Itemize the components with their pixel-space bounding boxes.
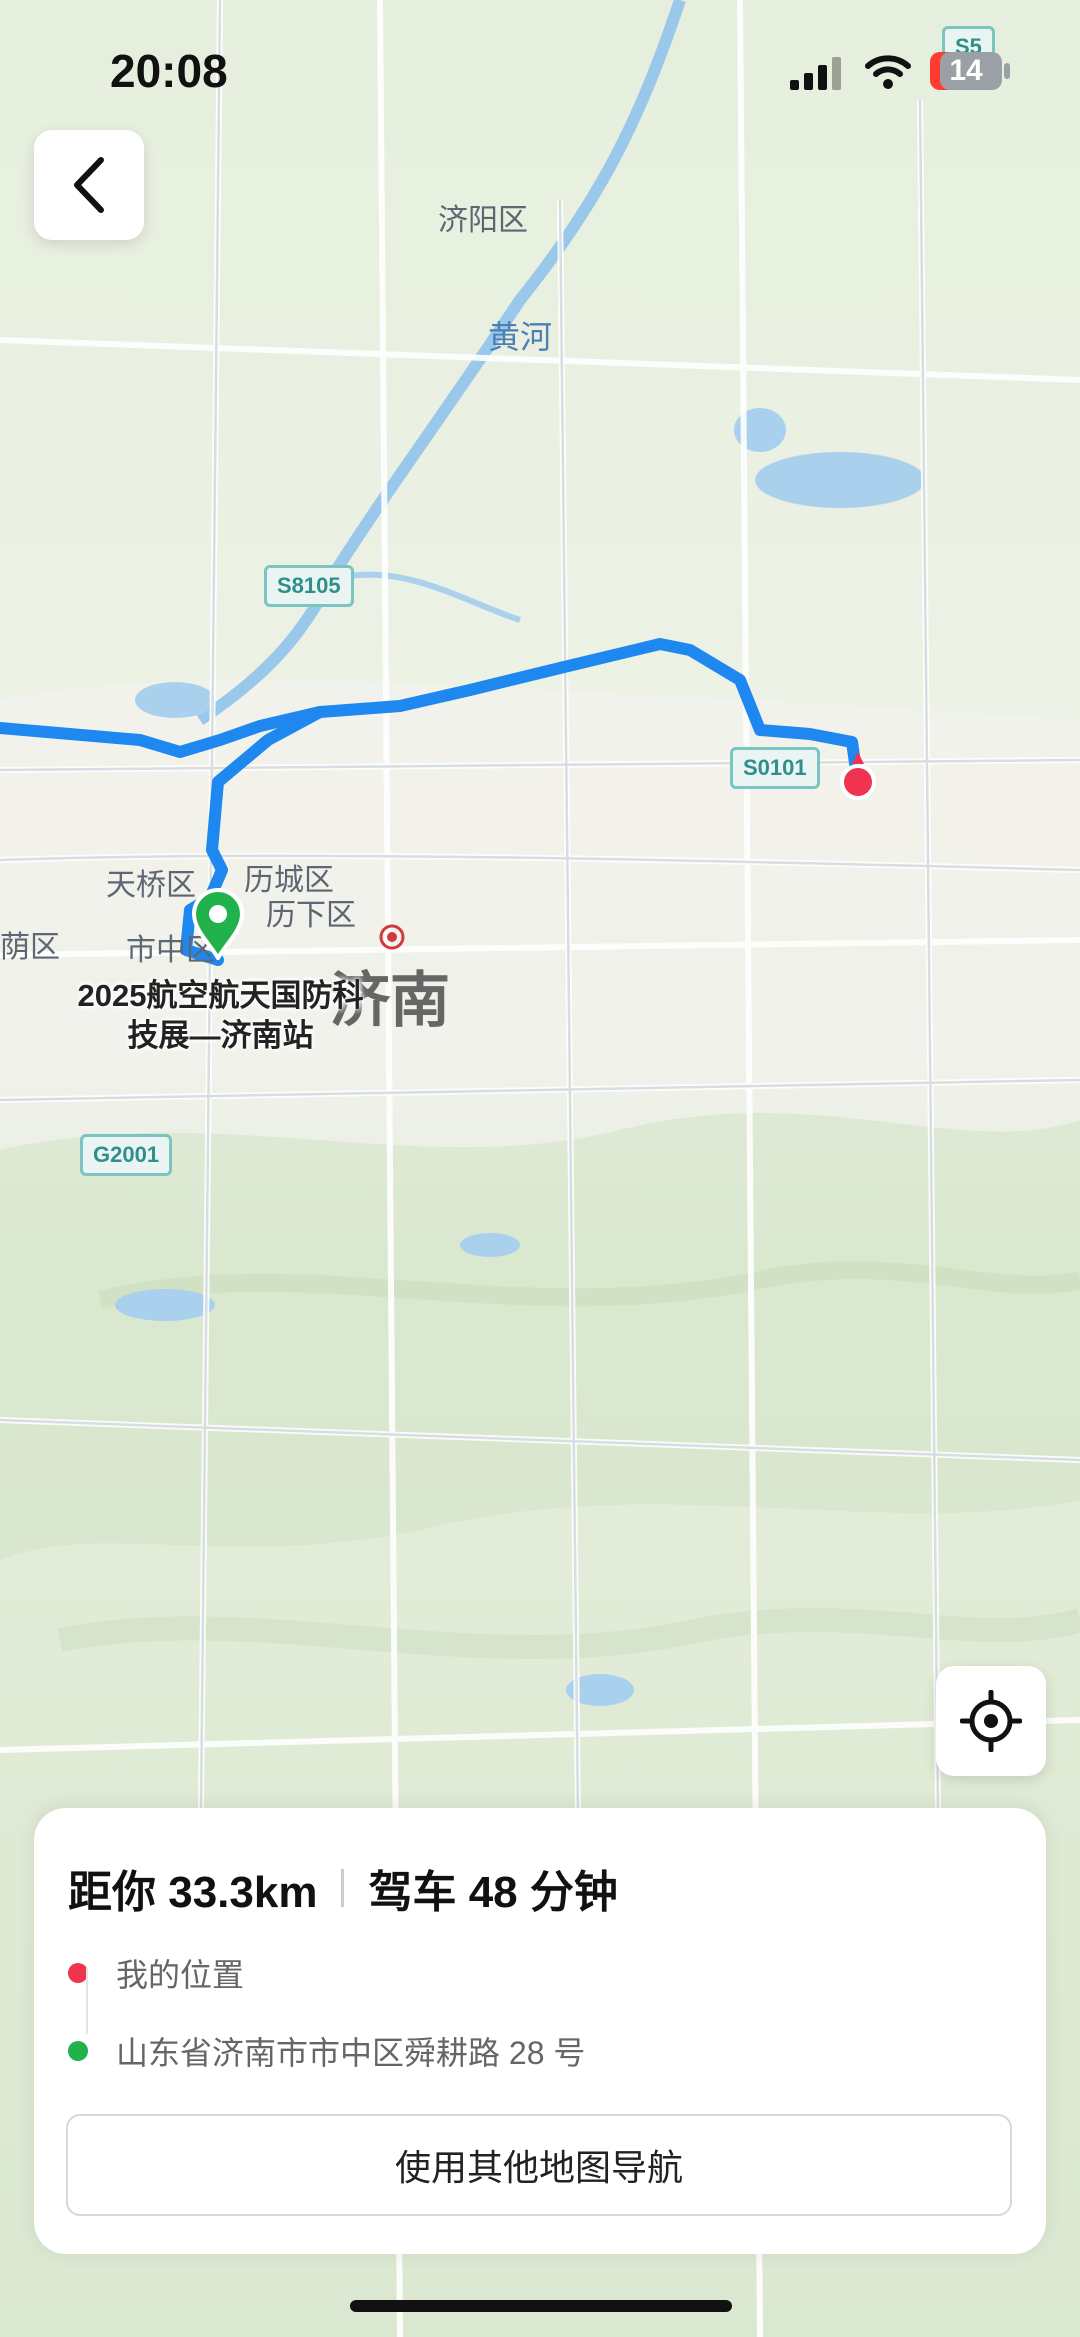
chevron-left-icon <box>74 157 104 213</box>
map-label-tianqiao: 天桥区 <box>106 869 196 902</box>
origin-label: 我的位置 <box>116 1957 245 1993</box>
map-label-jiyang: 济阳区 <box>438 204 528 237</box>
road-shield-g2001: G2001 <box>80 1134 173 1176</box>
destination-pin-icon[interactable] <box>190 888 246 960</box>
road-shield-s0101: S0101 <box>730 747 820 789</box>
stop-connector <box>86 1968 88 2034</box>
status-time: 20:08 <box>110 45 228 97</box>
route-summary: 距你 33.3km 驾车 48 分钟 <box>68 1856 618 1920</box>
status-bar: 20:08 14 <box>0 0 1080 130</box>
route-distance: 距你 33.3km <box>68 1868 318 1917</box>
crosshair-icon <box>960 1690 1022 1752</box>
destination-row: 山东省济南市市中区舜耕路 28 号 <box>68 2028 585 2074</box>
route-info-card: 距你 33.3km 驾车 48 分钟 我的位置 山东省济南市市中区舜耕路 28 … <box>34 1808 1046 2254</box>
route-duration: 驾车 48 分钟 <box>368 1868 618 1917</box>
poi-label[interactable]: 2025航空航天国防科 技展—济南站 <box>48 976 393 1056</box>
locate-me-button[interactable] <box>936 1666 1046 1776</box>
other-map-navigation-button[interactable]: 使用其他地图导航 <box>66 2114 1012 2216</box>
origin-dot-icon <box>68 1963 88 1983</box>
destination-dot-icon <box>68 2041 88 2061</box>
poi-label-line1: 2025航空航天国防科 <box>77 978 364 1013</box>
origin-row: 我的位置 <box>68 1950 244 1996</box>
map-label-huaiyin: 荫区 <box>0 931 60 964</box>
road-shield-s8105: S8105 <box>264 565 354 607</box>
my-location-marker-icon <box>840 752 876 800</box>
cellular-signal-icon <box>790 57 841 90</box>
poi-label-line2: 技展—济南站 <box>127 1018 314 1053</box>
map-label-lixia: 历下区 <box>266 899 356 932</box>
battery-tip <box>1004 63 1010 79</box>
map-label-yellow-river: 黄河 <box>488 319 553 355</box>
back-button[interactable] <box>34 130 144 240</box>
summary-divider <box>341 1869 345 1907</box>
destination-address: 山东省济南市市中区舜耕路 28 号 <box>116 2035 586 2071</box>
home-indicator[interactable] <box>350 2300 732 2312</box>
battery-indicator: 14 <box>930 52 1002 90</box>
wifi-icon <box>865 55 911 89</box>
